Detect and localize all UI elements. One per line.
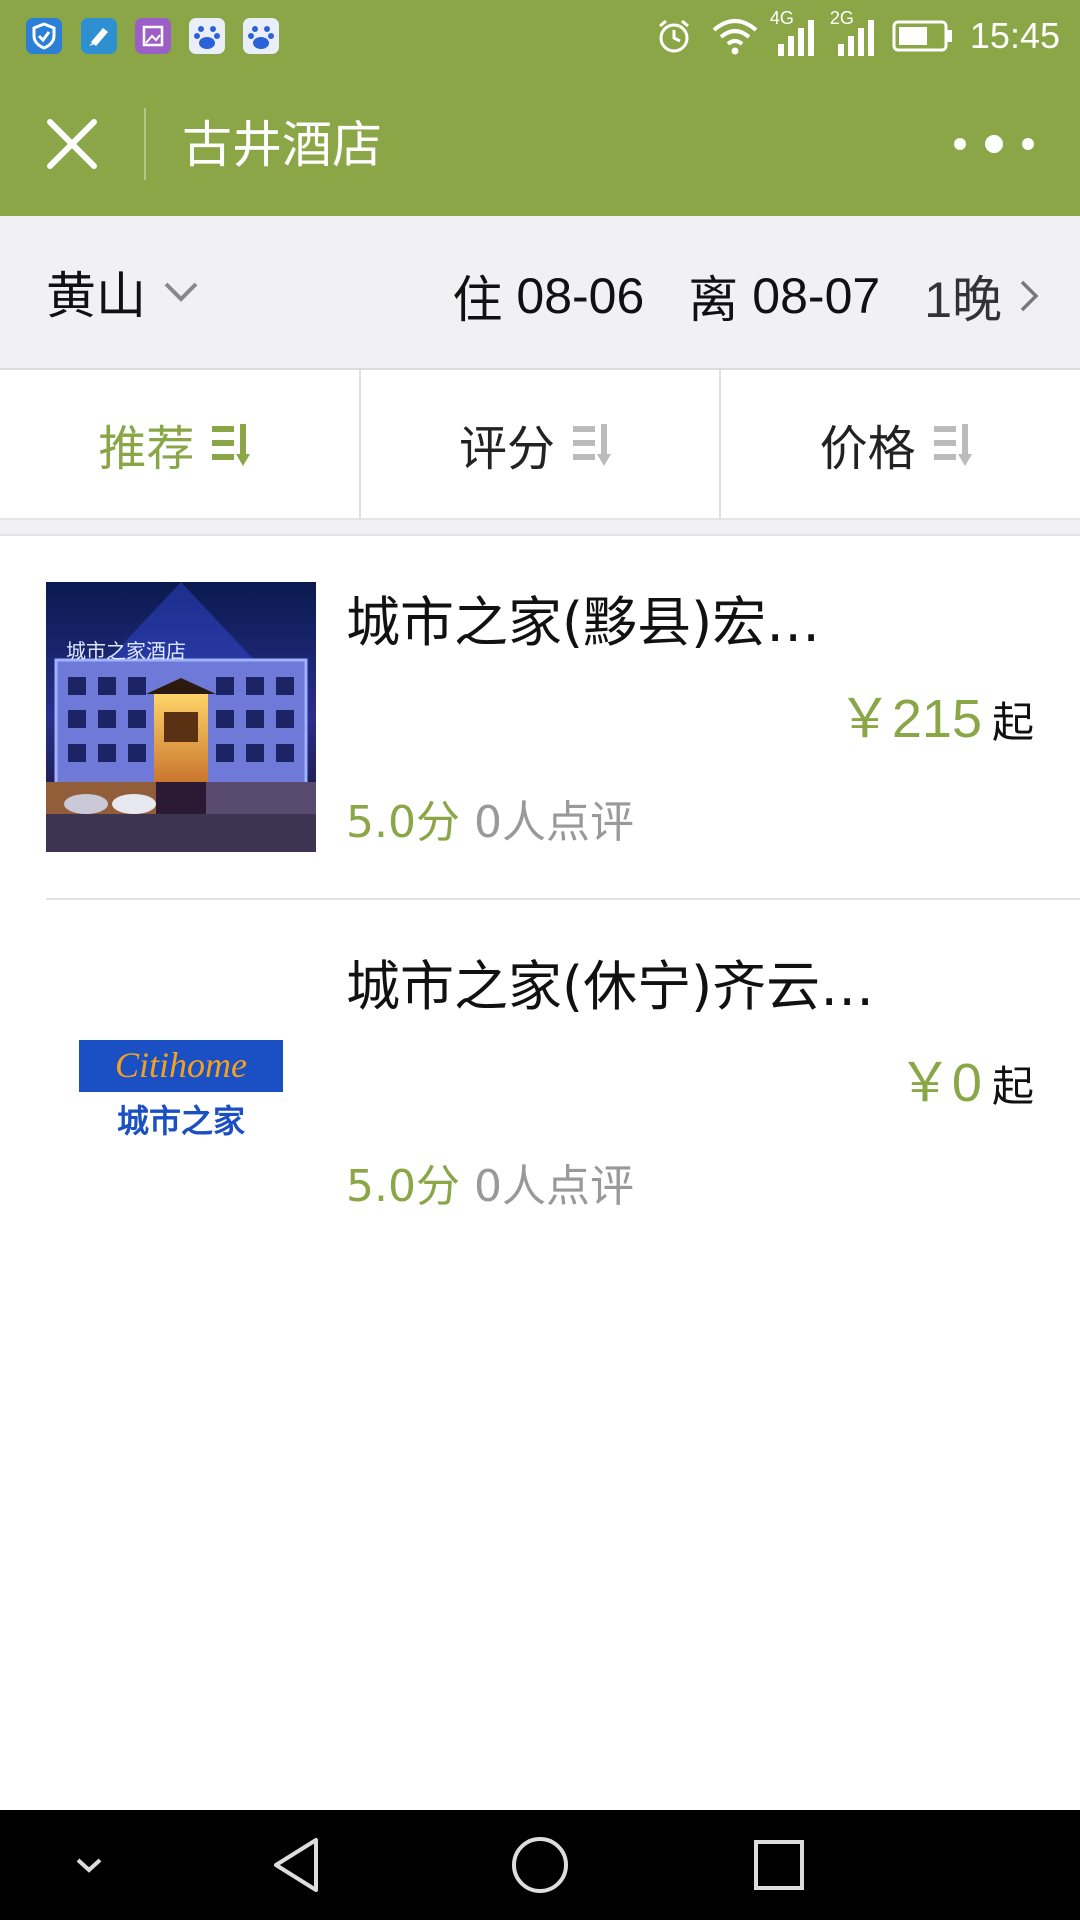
price-amount: ￥215	[837, 689, 982, 749]
back-icon	[274, 1838, 318, 1892]
system-nav-bar	[0, 1810, 1080, 1920]
chevron-right-icon	[1020, 280, 1039, 312]
sort-tab-label: 价格	[819, 421, 916, 477]
hotel-list-item[interactable]: Citihome 城市之家 城市之家(休宁)齐云… ￥0 起 5.0分 0人点评	[46, 898, 1080, 1260]
baidu-app-icon	[243, 18, 279, 54]
logo-text-cn: 城市之家	[117, 1102, 245, 1140]
hotel-list-item[interactable]: 城市之家酒店 城市之家(黟县)宏… ￥215 起 5.0分 0人点评	[0, 536, 1080, 898]
brush-app-icon	[81, 18, 117, 54]
review-count: 0人点评	[473, 1161, 634, 1212]
checkout-date: 08-07	[752, 268, 881, 324]
hotel-thumbnail[interactable]: Citihome 城市之家	[46, 946, 316, 1216]
title-bar: 古井酒店	[0, 72, 1080, 216]
battery-icon	[892, 20, 952, 52]
status-bar: 4G 2G 15:45	[0, 0, 1080, 72]
status-indicators: 4G 2G 15:45	[652, 8, 1060, 58]
hotel-price: ￥0 起	[898, 1038, 1034, 1117]
recents-button[interactable]	[746, 1832, 812, 1898]
sort-icon	[212, 424, 251, 466]
home-icon	[512, 1837, 568, 1893]
more-icon	[954, 135, 1034, 153]
collapse-icon	[76, 1858, 102, 1873]
checkin-date: 08-06	[516, 268, 645, 324]
back-button[interactable]	[266, 1832, 332, 1898]
price-suffix: 起	[991, 698, 1034, 747]
baidu-app-icon	[189, 18, 225, 54]
collapse-button[interactable]	[56, 1832, 122, 1898]
shield-app-icon	[26, 18, 62, 54]
signal-icon: 2G	[830, 8, 876, 58]
sort-tab-rating[interactable]: 评分	[358, 370, 720, 518]
hotel-list: 城市之家酒店 城市之家(黟县)宏… ￥215 起 5.0分 0人点评 Citih…	[0, 536, 1080, 1260]
alarm-icon	[658, 19, 689, 53]
sort-icon	[933, 424, 972, 466]
gallery-app-icon	[135, 18, 171, 54]
city-selector[interactable]: 黄山	[46, 256, 202, 328]
sort-tab-price[interactable]: 价格	[719, 370, 1080, 518]
sort-tab-recommend[interactable]: 推荐	[0, 370, 359, 518]
review-count: 0人点评	[473, 797, 634, 848]
sort-bar: 推荐 评分 价格	[0, 370, 1080, 520]
chevron-down-icon	[164, 282, 198, 302]
more-button[interactable]	[944, 118, 1044, 170]
list-divider	[0, 520, 1080, 536]
hotel-price: ￥215 起	[838, 674, 1034, 753]
hotel-name: 城市之家(黟县)宏…	[346, 591, 821, 654]
clock: 15:45	[969, 15, 1060, 56]
logo-text-en: Citihome	[115, 1045, 247, 1085]
signal-icon: 4G	[770, 8, 816, 58]
close-button[interactable]	[36, 108, 108, 180]
price-amount: ￥0	[897, 1053, 982, 1113]
checkout-label: 离	[688, 272, 739, 328]
sort-tab-label: 评分	[459, 421, 556, 477]
checkin-label: 住	[452, 272, 503, 328]
nights-count: 1晚	[924, 272, 1002, 328]
city-label: 黄山	[46, 267, 146, 325]
price-suffix: 起	[991, 1062, 1034, 1111]
close-icon	[47, 119, 97, 169]
recents-icon	[754, 1840, 804, 1890]
hotel-meta: 5.0分 0人点评	[346, 786, 634, 850]
hotel-meta: 5.0分 0人点评	[346, 1150, 634, 1214]
sort-tab-label: 推荐	[98, 421, 195, 477]
hotel-name: 城市之家(休宁)齐云…	[346, 955, 875, 1018]
date-range-selector[interactable]: 住 08-06 离 08-07 1晚	[452, 260, 1044, 332]
hotel-sign-text: 城市之家酒店	[66, 639, 186, 663]
hotel-rating: 5.0分	[346, 797, 460, 848]
title-divider	[144, 108, 146, 180]
home-button[interactable]	[507, 1832, 573, 1898]
wifi-icon	[712, 19, 758, 55]
hotel-rating: 5.0分	[346, 1161, 460, 1212]
page-title: 古井酒店	[182, 116, 382, 174]
hotel-thumbnail[interactable]: 城市之家酒店	[46, 582, 316, 852]
sort-icon	[573, 424, 612, 466]
filter-bar: 黄山 住 08-06 离 08-07 1晚	[0, 216, 1080, 370]
